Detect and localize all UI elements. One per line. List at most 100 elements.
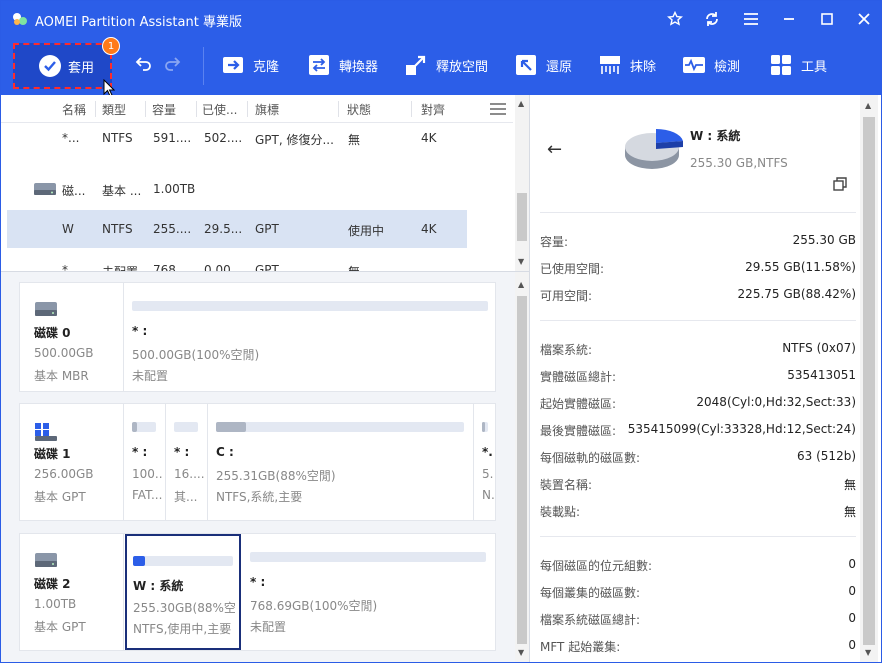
scroll-down-icon[interactable]: ▼	[865, 648, 871, 657]
app-logo-icon	[13, 13, 27, 25]
maximize-icon[interactable]	[817, 9, 837, 29]
disk-size: 500.00GB	[34, 346, 94, 360]
list-scroll-thumb[interactable]	[517, 193, 527, 241]
table-row[interactable]: *... NTFS 591.... 502.... GPT, 修復分... 無 …	[7, 119, 467, 157]
partition-block[interactable]: *... 5... N...	[475, 404, 495, 520]
property-row: 實體磁區總計: 535413051	[540, 368, 856, 384]
apply-label: 套用	[68, 60, 95, 76]
wipe-label: 抹除	[630, 59, 657, 75]
back-arrow-icon[interactable]: ←	[547, 139, 562, 160]
tools-button[interactable]: 工具	[769, 53, 827, 77]
undo-icon[interactable]	[135, 55, 153, 71]
apply-button[interactable]: 套用	[13, 43, 112, 89]
column-name[interactable]: 名稱	[62, 101, 86, 118]
disk-type: 基本 GPT	[34, 490, 86, 504]
minimize-icon[interactable]	[779, 9, 799, 29]
free-space-icon	[406, 55, 426, 75]
table-row-disk[interactable]: 磁... 基本 ... 1.00TB	[7, 170, 467, 208]
disk-name: 磁碟 2	[34, 577, 71, 591]
column-type[interactable]: 類型	[102, 101, 126, 118]
property-row: 已使用空間: 29.55 GB(11.58%)	[540, 260, 856, 276]
close-icon[interactable]	[854, 9, 874, 29]
disk-icon	[34, 183, 56, 195]
column-alignment[interactable]: 對齊	[421, 101, 445, 118]
checkmark-icon	[39, 55, 61, 77]
scroll-down-icon[interactable]: ▼	[518, 257, 524, 266]
check-button[interactable]: 檢測	[682, 53, 740, 77]
copy-icon[interactable]	[833, 177, 847, 191]
disk-info[interactable]: 磁碟 1 256.00GB 基本 GPT	[20, 404, 124, 520]
wipe-icon	[600, 56, 620, 74]
partition-block[interactable]: * : 100... FAT...	[125, 404, 165, 520]
divider	[540, 212, 856, 213]
disk-card-1[interactable]: 磁碟 1 256.00GB 基本 GPT * : 100... FAT... *…	[19, 403, 496, 521]
menu-icon[interactable]	[741, 9, 761, 29]
partition-block-selected[interactable]: W : 系統 255.30GB(88%空... NTFS,使用中,主要	[125, 534, 241, 650]
partition-block-c[interactable]: C : 255.31GB(88%空閒) NTFS,系統,主要	[209, 404, 473, 520]
disk-card-2[interactable]: 磁碟 2 1.00TB 基本 GPT W : 系統 255.30GB(88%空.…	[19, 533, 496, 651]
column-settings-icon[interactable]	[490, 103, 506, 115]
divider	[540, 320, 856, 321]
disk-card-0[interactable]: 磁碟 0 500.00GB 基本 MBR * : 500.00GB(100%空閒…	[19, 282, 496, 392]
table-row-partial[interactable]: * 未配置 768... 0.00... GPT 無	[7, 251, 467, 271]
scroll-up-icon[interactable]: ▲	[518, 280, 524, 289]
properties-panel: ← W : 系統 255.30 GB,NTFS 容量: 255.30 GB 已使用…	[531, 95, 881, 662]
main-toolbar: 套用 1 克隆 轉換器 釋放空間 還原 抹除 檢測 工具	[1, 37, 881, 97]
usage-bar	[482, 422, 488, 432]
disk-icon	[35, 553, 57, 567]
property-row: MFT 起始叢集: 0	[540, 638, 856, 654]
restore-label: 還原	[546, 59, 573, 75]
disk-info[interactable]: 磁碟 0 500.00GB 基本 MBR	[20, 283, 124, 391]
map-scrollbar[interactable]: ▲ ▼	[515, 272, 529, 662]
property-row: 每個磁軌的磁區數: 63 (512b)	[540, 449, 856, 465]
partition-block[interactable]: * : 768.69GB(100%空閒) 未配置	[243, 534, 495, 650]
list-scrollbar[interactable]: ▲ ▼	[515, 95, 529, 271]
property-row: 最後實體磁區: 535415099(Cyl:33328,Hd:12,Sect:24…	[540, 422, 856, 438]
column-used[interactable]: 已使...	[202, 101, 237, 118]
wipe-button[interactable]: 抹除	[598, 53, 656, 77]
converter-button[interactable]: 轉換器	[307, 53, 378, 77]
title-bar: AOMEI Partition Assistant 專業版	[1, 1, 881, 37]
disk-size: 256.00GB	[34, 467, 94, 481]
usage-bar	[216, 422, 464, 432]
scroll-down-icon[interactable]: ▼	[518, 648, 524, 657]
column-flags[interactable]: 旗標	[255, 101, 279, 118]
converter-label: 轉換器	[339, 59, 379, 75]
properties-scrollbar[interactable]: ▲ ▼	[860, 95, 878, 662]
free-space-button[interactable]: 釋放空間	[404, 53, 488, 77]
redo-icon[interactable]	[163, 55, 181, 71]
partition-block[interactable]: * : 16.... 其...	[167, 404, 207, 520]
window-title: AOMEI Partition Assistant 專業版	[35, 15, 242, 30]
properties-scroll-thumb[interactable]	[863, 117, 875, 645]
app-window: AOMEI Partition Assistant 專業版 套用 1 克隆 轉換…	[0, 0, 882, 663]
windows-disk-icon	[35, 423, 57, 441]
restore-icon	[516, 55, 536, 75]
disk-name: 磁碟 0	[34, 326, 71, 340]
column-status[interactable]: 狀態	[347, 101, 371, 118]
disk-info[interactable]: 磁碟 2 1.00TB 基本 GPT	[20, 534, 124, 650]
partition-pie-icon	[625, 128, 683, 169]
partition-block[interactable]: * : 500.00GB(100%空閒) 未配置	[125, 283, 495, 391]
scroll-up-icon[interactable]: ▲	[518, 99, 524, 108]
restore-button[interactable]: 還原	[514, 53, 572, 77]
map-scroll-thumb[interactable]	[517, 296, 527, 644]
usage-bar	[133, 556, 233, 566]
property-row: 檔案系統: NTFS (0x07)	[540, 341, 856, 357]
column-capacity[interactable]: 容量	[152, 101, 176, 118]
clone-label: 克隆	[253, 59, 280, 75]
table-row-selected[interactable]: W NTFS 255.... 29.5... GPT 使用中 4K	[7, 210, 467, 248]
clone-button[interactable]: 克隆	[221, 53, 279, 77]
star-icon[interactable]	[665, 9, 685, 29]
free-space-label: 釋放空間	[436, 59, 489, 75]
refresh-icon[interactable]	[702, 9, 722, 29]
usage-bar	[132, 422, 156, 432]
scroll-up-icon[interactable]: ▲	[865, 101, 871, 110]
usage-bar	[250, 552, 486, 562]
disk-map: 磁碟 0 500.00GB 基本 MBR * : 500.00GB(100%空閒…	[1, 271, 530, 662]
usage-bar	[174, 422, 198, 432]
usage-fill	[133, 556, 145, 566]
partition-list: 名稱 類型 容量 已使... 旗標 狀態 對齊 *... NTFS 591...…	[1, 95, 530, 271]
property-row: 每個叢集的磁區數: 0	[540, 584, 856, 600]
divider	[540, 536, 856, 537]
property-row: 容量: 255.30 GB	[540, 233, 856, 249]
